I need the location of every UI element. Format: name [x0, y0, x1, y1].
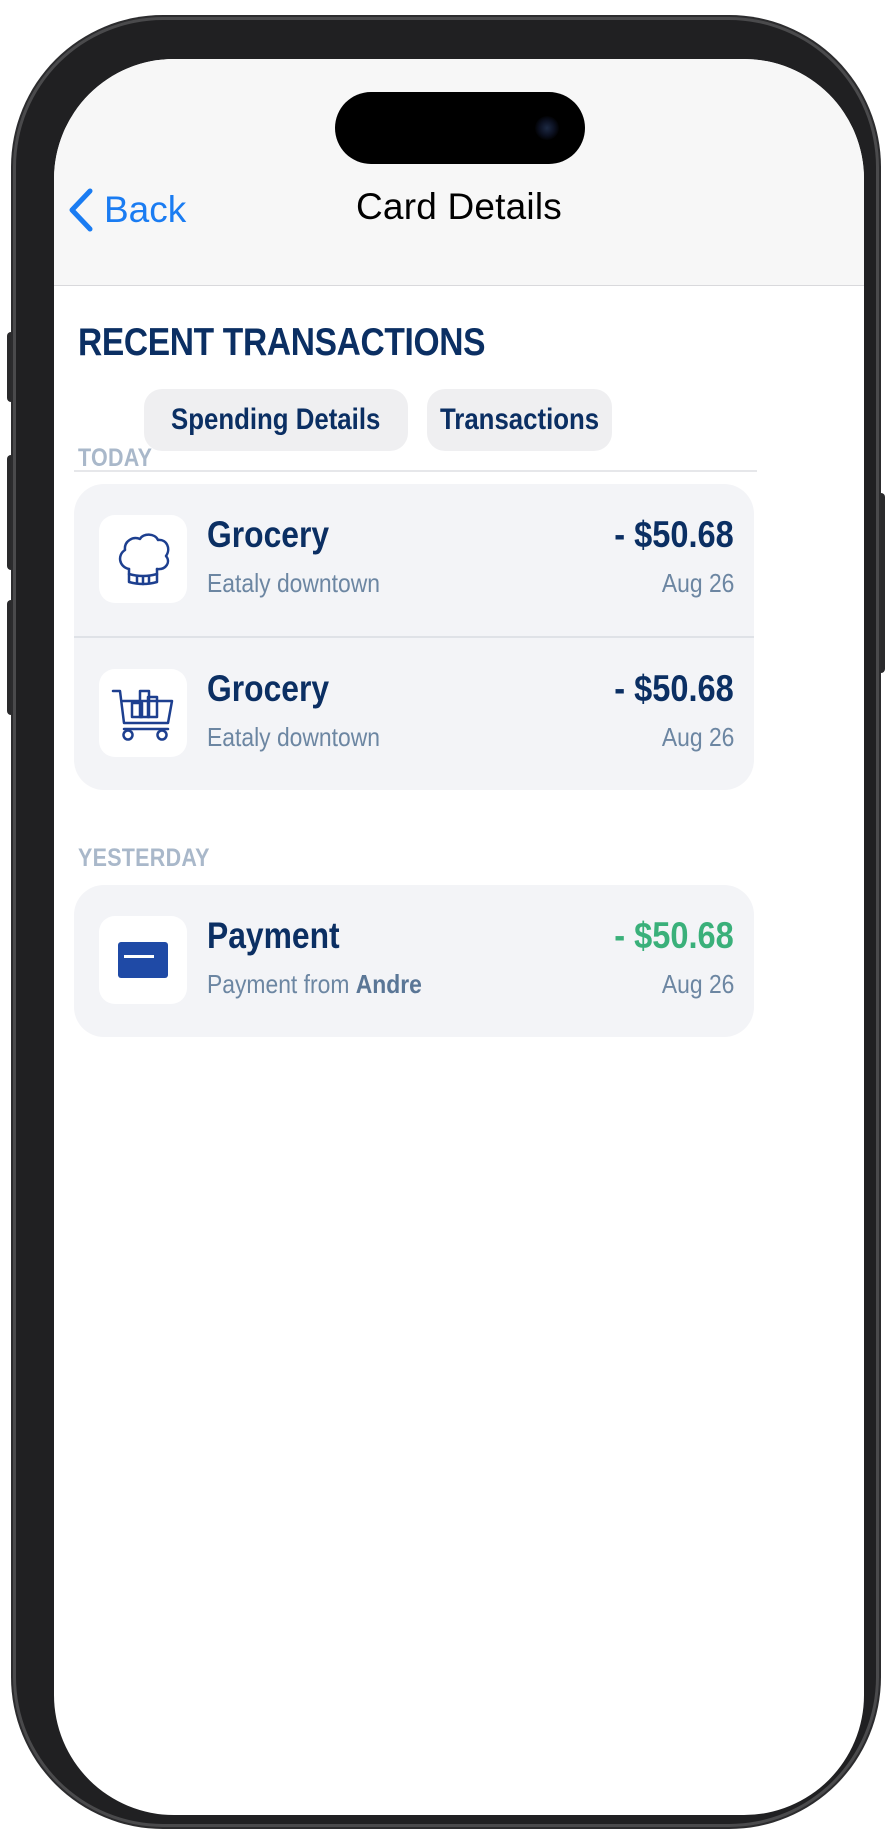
- sender-prefix: Payment from: [207, 969, 350, 999]
- page-title: Card Details: [356, 186, 562, 227]
- transaction-sender: Payment from Andre: [207, 969, 422, 1000]
- transaction-title: Grocery: [207, 668, 330, 709]
- divider: [74, 470, 757, 472]
- phone-screen: Back Card Details RECENT TRANSACTIONS Sp…: [54, 59, 864, 1815]
- transaction-title: Grocery: [207, 514, 330, 555]
- tab-spending-details[interactable]: Spending Details: [144, 389, 408, 451]
- transaction-date: Aug 26: [661, 568, 734, 598]
- chef-hat-icon: [99, 515, 187, 603]
- shopping-cart-icon: [99, 669, 187, 757]
- section-heading: RECENT TRANSACTIONS: [78, 321, 486, 364]
- transaction-merchant: Eataly downtown: [207, 568, 380, 598]
- transactions-card-today: Grocery Eataly downtown - $50.68 Aug 26: [74, 484, 754, 790]
- front-camera: [535, 116, 559, 140]
- section-label-yesterday: YESTERDAY: [78, 844, 210, 872]
- phone-frame: Back Card Details RECENT TRANSACTIONS Sp…: [13, 17, 879, 1827]
- section-label-today: TODAY: [78, 444, 153, 472]
- tab-transactions[interactable]: Transactions: [427, 389, 612, 451]
- transaction-date: Aug 26: [661, 969, 734, 999]
- tab-label: Spending Details: [171, 403, 381, 436]
- transaction-amount: - $50.68: [614, 514, 734, 555]
- transaction-title: Payment: [207, 915, 340, 956]
- transaction-date: Aug 26: [661, 722, 734, 752]
- sender-name: Andre: [355, 969, 422, 999]
- transaction-amount: - $50.68: [614, 915, 734, 956]
- transaction-row[interactable]: Grocery Eataly downtown - $50.68 Aug 26: [74, 636, 754, 790]
- tab-label: Transactions: [439, 403, 600, 436]
- dynamic-island: [335, 92, 585, 164]
- transactions-card-yesterday: Payment Payment from Andre - $50.68 Aug …: [74, 885, 754, 1037]
- transaction-amount: - $50.68: [614, 668, 734, 709]
- transaction-merchant: Eataly downtown: [207, 722, 380, 752]
- transaction-row[interactable]: Payment Payment from Andre - $50.68 Aug …: [74, 885, 754, 1037]
- credit-card-icon: [99, 916, 187, 1004]
- transaction-row[interactable]: Grocery Eataly downtown - $50.68 Aug 26: [74, 484, 754, 636]
